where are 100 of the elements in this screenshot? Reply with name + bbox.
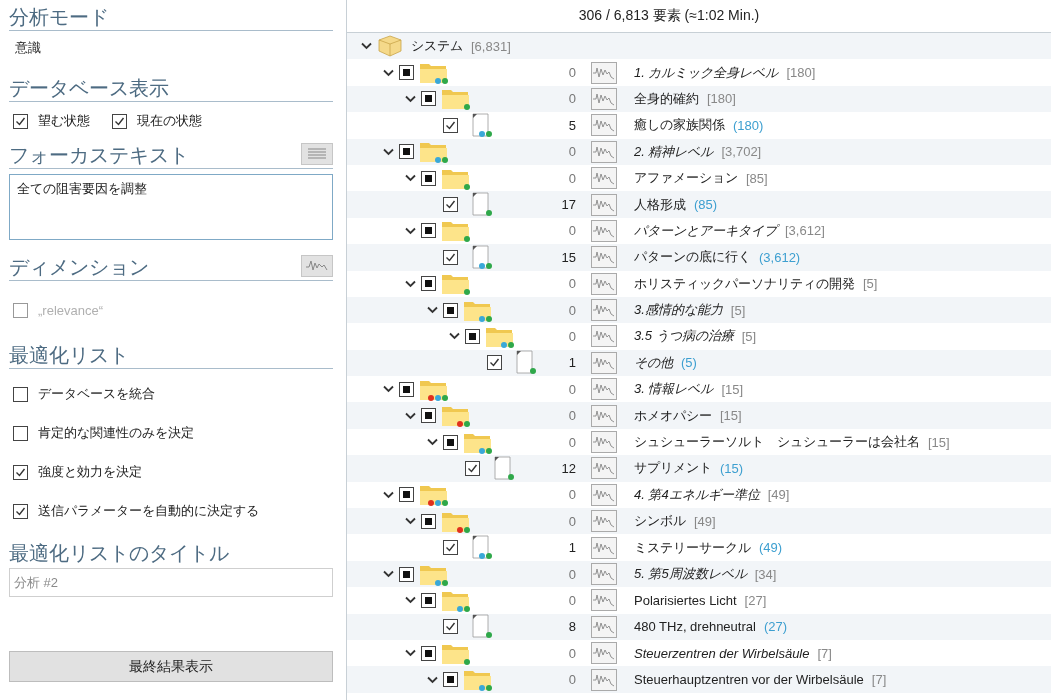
waveform-icon[interactable] [591, 642, 617, 665]
chevron-icon[interactable] [404, 649, 416, 658]
score-value: 0 [568, 408, 576, 424]
checkbox[interactable] [13, 503, 28, 519]
chevron-icon[interactable] [448, 332, 460, 341]
tree-item-label[interactable]: パターンの底に行く [634, 248, 751, 267]
checkbox[interactable] [443, 117, 458, 133]
item-count: (49) [759, 540, 783, 556]
checkbox[interactable] [465, 460, 480, 476]
tree-item-label[interactable]: アファメーション [634, 169, 738, 188]
checkbox[interactable] [399, 566, 414, 582]
chevron-icon[interactable] [404, 596, 416, 605]
section-heading: 分析モード [9, 5, 109, 30]
tree-item-label[interactable]: 480 THz, drehneutral [634, 619, 756, 635]
checkbox[interactable] [112, 113, 127, 129]
item-count: [6,831] [471, 38, 511, 54]
checkbox[interactable] [399, 487, 414, 503]
checkbox[interactable] [13, 425, 28, 441]
checkbox[interactable] [443, 672, 458, 688]
tree-item-label[interactable]: シュシューラーソルト シュシューラーは会社名 [634, 433, 920, 452]
chevron-icon[interactable] [404, 517, 416, 526]
chevron-icon[interactable] [426, 438, 438, 447]
waveform-icon[interactable] [591, 114, 617, 137]
tree-item-label[interactable]: 5. 第5周波数レベル [634, 565, 747, 583]
tree-item-label[interactable]: シンボル [634, 512, 686, 531]
item-count: [5] [741, 329, 757, 344]
chevron-icon[interactable] [426, 675, 438, 684]
waveform-icon[interactable] [591, 219, 617, 242]
checkbox[interactable] [399, 381, 414, 397]
tree-item-label[interactable]: 2. 精神レベル [634, 142, 714, 161]
checkbox[interactable] [13, 386, 28, 402]
waveform-icon[interactable] [591, 378, 617, 401]
chevron-icon[interactable] [382, 570, 394, 578]
tree-item-label[interactable]: 全身的確約 [634, 89, 699, 108]
chevron-icon[interactable] [360, 42, 372, 51]
tree-item-label[interactable]: Steuerhauptzentren vor der Wirbelsäule [634, 672, 864, 688]
tree-item-label[interactable]: サプリメント [634, 459, 712, 478]
waveform-icon[interactable] [591, 167, 617, 190]
checkbox[interactable] [443, 434, 458, 450]
chevron-icon[interactable] [404, 411, 416, 420]
tree-item-label[interactable]: 3. 情報レベル [634, 380, 714, 399]
chevron-icon[interactable] [404, 226, 416, 235]
tree-item-label[interactable]: 3.5 うつ病の治療 [634, 327, 734, 346]
chevron-icon[interactable] [382, 385, 394, 394]
tree-item-label[interactable]: ホリスティックパーソナリティの開発 [634, 274, 855, 293]
checkbox[interactable] [399, 65, 414, 81]
section-heading: 最適化リストのタイトル [9, 542, 229, 564]
waveform-icon[interactable] [591, 61, 617, 84]
chevron-icon[interactable] [404, 94, 416, 103]
chevron-icon[interactable] [382, 147, 394, 156]
tree-item-label[interactable]: 人格形成 [634, 195, 686, 214]
section-heading: ディメンション [9, 255, 149, 280]
title-input[interactable]: 分析 #2 [9, 568, 333, 597]
checkbox[interactable] [421, 513, 436, 529]
tree-item-label[interactable]: 癒しの家族関係 [634, 116, 725, 135]
item-count: [15] [928, 434, 950, 450]
chevron-icon[interactable] [382, 68, 394, 77]
checkbox[interactable] [421, 408, 436, 424]
checkbox[interactable] [13, 464, 28, 480]
item-count: [15] [721, 381, 744, 397]
tree-item-label[interactable]: Steuerzentren der Wirbelsäule [634, 645, 810, 661]
item-count: (180) [733, 117, 764, 133]
waveform-icon[interactable] [591, 589, 617, 612]
tree-item-label[interactable]: Polarisiertes Licht [634, 592, 737, 608]
tree-item-label[interactable]: ミステリーサークル [634, 538, 751, 557]
chevron-icon[interactable] [426, 306, 438, 315]
item-count: [15] [720, 408, 742, 424]
show-results-button[interactable]: 最終結果表示 [9, 651, 333, 682]
tree-item-label[interactable]: その他 [634, 353, 673, 372]
focus-text-field[interactable]: 全ての阻害要因を調整 [9, 174, 333, 240]
waveform-icon[interactable] [591, 536, 617, 559]
checkbox[interactable] [421, 170, 436, 186]
checkbox[interactable] [443, 619, 458, 635]
checkbox[interactable] [421, 276, 436, 292]
checkbox[interactable] [487, 355, 502, 371]
tree-item-label[interactable]: 4. 第4エネルギー準位 [634, 485, 760, 504]
checkbox[interactable] [443, 540, 458, 556]
checkbox[interactable] [421, 223, 436, 239]
waveform-icon[interactable] [591, 483, 617, 506]
checkbox[interactable] [443, 197, 458, 213]
checkbox[interactable] [399, 144, 414, 160]
chevron-icon[interactable] [404, 279, 416, 288]
score-value: 17 [561, 197, 576, 213]
checkbox[interactable] [13, 113, 28, 129]
checkbox[interactable] [465, 329, 480, 344]
checkbox[interactable] [421, 592, 436, 608]
tree-item-label[interactable]: 1. カルミック全身レベル [634, 63, 779, 82]
waveform-icon[interactable] [591, 431, 617, 454]
waveform-icon[interactable] [591, 272, 617, 295]
checkbox[interactable] [443, 249, 458, 265]
tree-item-label[interactable]: ホメオパシー [634, 406, 712, 425]
chevron-icon[interactable] [404, 174, 416, 183]
checkbox[interactable] [421, 91, 436, 107]
waveform-icon[interactable] [591, 325, 617, 348]
chevron-icon[interactable] [382, 490, 394, 499]
tree-item-label[interactable]: 3.感情的な能力 [634, 301, 723, 320]
checkbox[interactable] [421, 645, 436, 661]
checkbox-label: 強度と効力を決定 [38, 463, 142, 481]
tree-item-label[interactable]: システム [411, 37, 463, 56]
checkbox[interactable] [443, 302, 458, 318]
